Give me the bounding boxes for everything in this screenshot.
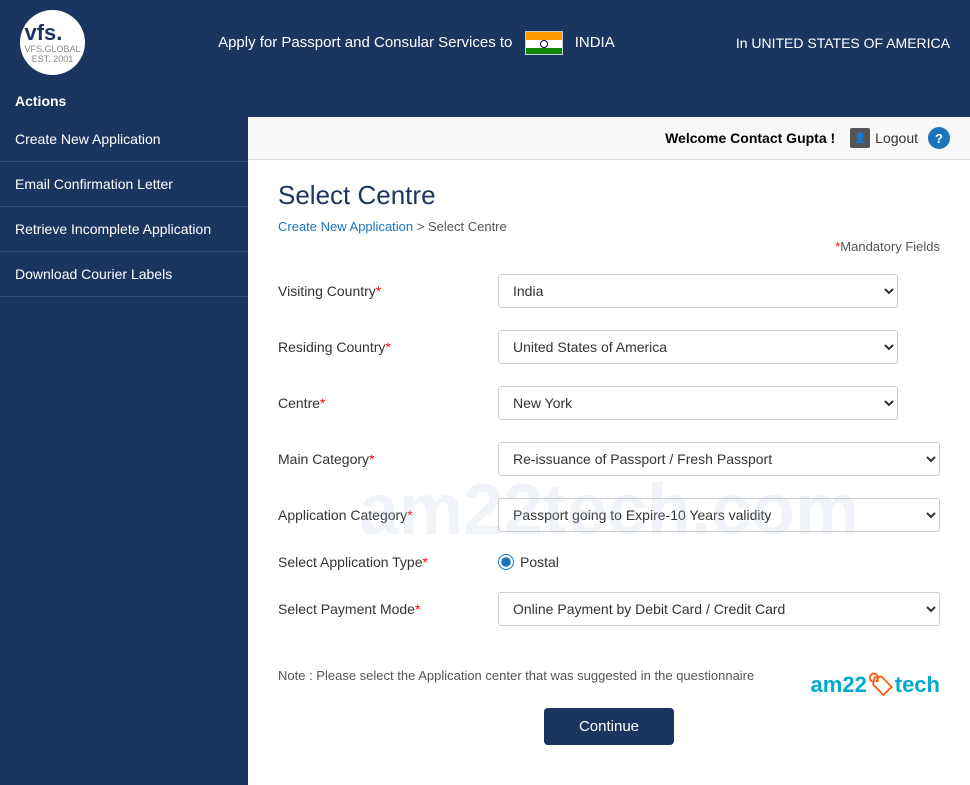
- application-category-row: Application Category* Passport going to …: [278, 498, 940, 532]
- postal-radio-label[interactable]: Postal: [498, 554, 559, 570]
- logo-circle: vfs. VFS.GLOBAL EST. 2001: [20, 10, 85, 75]
- note-text: Note : Please select the Application cen…: [278, 668, 754, 683]
- form-area: Select Centre Create New Application > S…: [248, 160, 970, 785]
- payment-mode-row: Select Payment Mode* Online Payment by D…: [278, 592, 940, 626]
- welcome-text: Welcome Contact Gupta !: [665, 130, 835, 146]
- sidebar-item-download-courier[interactable]: Download Courier Labels: [0, 252, 248, 297]
- postal-label: Postal: [520, 554, 559, 570]
- visiting-country-select[interactable]: India Pakistan Bangladesh: [498, 274, 898, 308]
- continue-button[interactable]: Continue: [544, 708, 674, 745]
- application-type-row: Select Application Type* Postal: [278, 554, 940, 570]
- form-wrapper: am22tech.com Visiting Country* India Pak…: [278, 274, 940, 745]
- residing-country-select[interactable]: United States of America Canada United K…: [498, 330, 898, 364]
- main-category-select[interactable]: Re-issuance of Passport / Fresh Passport…: [498, 442, 940, 476]
- actions-bar: Actions: [0, 85, 970, 117]
- main-category-label: Main Category*: [278, 451, 498, 467]
- breadcrumb: Create New Application > Select Centre: [278, 219, 940, 234]
- residing-country-label: Residing Country*: [278, 339, 498, 355]
- residing-country-row: Residing Country* United States of Ameri…: [278, 330, 940, 364]
- logout-button[interactable]: 👤 Logout: [850, 128, 918, 148]
- content-area: Welcome Contact Gupta ! 👤 Logout ? Selec…: [248, 117, 970, 785]
- mandatory-note: *Mandatory Fields: [278, 239, 940, 254]
- india-flag-icon: [525, 31, 563, 55]
- brand-logo: am22🏷tech: [811, 672, 940, 698]
- main-layout: Create New Application Email Confirmatio…: [0, 117, 970, 785]
- header: vfs. VFS.GLOBAL EST. 2001 Apply for Pass…: [0, 0, 970, 85]
- centre-select[interactable]: New York Los Angeles Chicago Houston San…: [498, 386, 898, 420]
- logout-icon: 👤: [850, 128, 870, 148]
- application-category-select[interactable]: Passport going to Expire-10 Years validi…: [498, 498, 940, 532]
- header-tagline: Apply for Passport and Consular Services…: [97, 31, 736, 55]
- logo-est-text: EST. 2001: [24, 54, 80, 64]
- payment-mode-select[interactable]: Online Payment by Debit Card / Credit Ca…: [498, 592, 940, 626]
- payment-mode-label: Select Payment Mode*: [278, 601, 498, 617]
- sidebar-item-retrieve-incomplete[interactable]: Retrieve Incomplete Application: [0, 207, 248, 252]
- tagline-country: INDIA: [575, 33, 615, 50]
- page-title: Select Centre: [278, 180, 940, 211]
- breadcrumb-home[interactable]: Create New Application: [278, 219, 413, 234]
- logo-brand-text: VFS.GLOBAL: [24, 44, 80, 54]
- content-topbar: Welcome Contact Gupta ! 👤 Logout ?: [248, 117, 970, 160]
- region-text: In UNITED STATES OF AMERICA: [736, 35, 950, 51]
- main-category-row: Main Category* Re-issuance of Passport /…: [278, 442, 940, 476]
- help-button[interactable]: ?: [928, 127, 950, 149]
- postal-radio[interactable]: [498, 554, 514, 570]
- tagline-text: Apply for Passport and Consular Services…: [218, 33, 512, 50]
- breadcrumb-current: Select Centre: [428, 219, 507, 234]
- logo-vfs-text: vfs.: [24, 22, 80, 44]
- brand-tech-text: tech: [895, 672, 940, 697]
- brand-tag-icon: 🏷: [867, 672, 895, 697]
- sidebar-item-create-new-application[interactable]: Create New Application: [0, 117, 248, 162]
- breadcrumb-separator: >: [417, 219, 428, 234]
- header-region: In UNITED STATES OF AMERICA: [736, 35, 950, 51]
- brand-am-text: am22: [811, 672, 867, 697]
- bottom-section: Note : Please select the Application cen…: [278, 648, 940, 698]
- continue-button-container: Continue: [278, 708, 940, 745]
- visiting-country-label: Visiting Country*: [278, 283, 498, 299]
- sidebar: Create New Application Email Confirmatio…: [0, 117, 248, 785]
- centre-row: Centre* New York Los Angeles Chicago Hou…: [278, 386, 940, 420]
- logout-label: Logout: [875, 130, 918, 146]
- visiting-country-row: Visiting Country* India Pakistan Banglad…: [278, 274, 940, 308]
- centre-label: Centre*: [278, 395, 498, 411]
- application-category-label: Application Category*: [278, 507, 498, 523]
- actions-label: Actions: [15, 93, 66, 109]
- application-type-label: Select Application Type*: [278, 554, 498, 570]
- sidebar-item-email-confirmation[interactable]: Email Confirmation Letter: [0, 162, 248, 207]
